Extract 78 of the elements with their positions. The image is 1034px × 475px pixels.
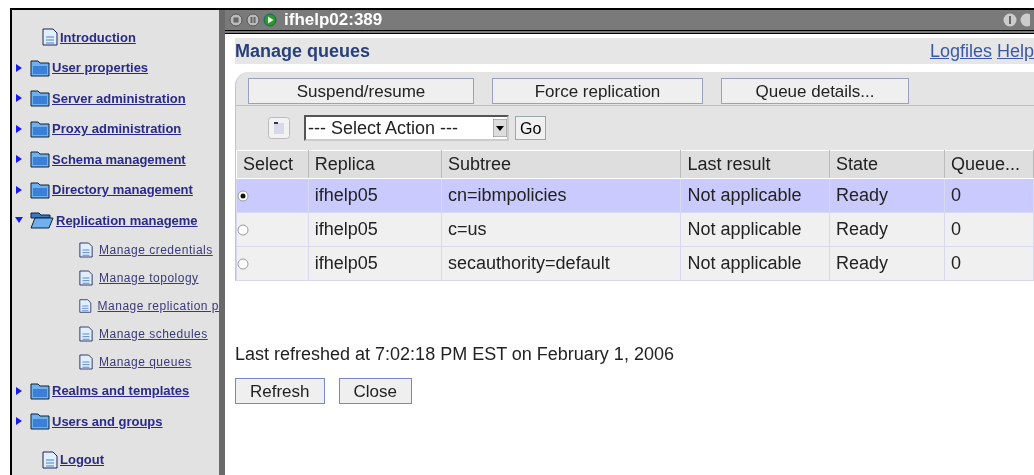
folder-icon	[30, 150, 50, 169]
nav-link[interactable]: Replication manageme	[56, 210, 198, 230]
column-header[interactable]: Last result	[680, 150, 830, 179]
nav-link[interactable]: Server administration	[52, 88, 186, 108]
column-header[interactable]: Replica	[308, 150, 442, 179]
radio-button[interactable]	[237, 223, 249, 236]
table-cell: cn=ibmpolicies	[441, 178, 681, 213]
table-cell: Ready	[829, 246, 945, 281]
folder-icon	[30, 58, 50, 77]
go-button[interactable]: Go	[515, 116, 547, 140]
info-icon[interactable]	[1003, 13, 1017, 27]
table-cell: Ready	[829, 212, 945, 247]
collapsed-arrow-icon[interactable]	[14, 154, 24, 165]
page-title: Manage queues	[235, 39, 371, 63]
action-button[interactable]: Close	[338, 378, 412, 404]
dropdown-arrow-icon	[493, 119, 507, 137]
document-icon	[79, 325, 93, 342]
nav-link[interactable]: Realms and templates	[52, 381, 190, 401]
nav-link[interactable]: Manage queues	[99, 352, 192, 371]
toolbar-button[interactable]: Suspend/resume	[248, 77, 474, 104]
nav-link[interactable]: Introduction	[60, 27, 136, 47]
open-folder-icon	[30, 211, 54, 230]
folder-icon	[30, 381, 50, 400]
stop-icon[interactable]	[229, 13, 243, 27]
table-cell: 0	[944, 178, 1034, 213]
folder-icon	[30, 412, 50, 431]
last-refreshed-text: Last refreshed at 7:02:18 PM EST on February 1, 2006	[235, 343, 675, 366]
nav-link[interactable]: Logout	[60, 450, 105, 470]
document-icon	[79, 269, 93, 286]
document-icon	[79, 297, 92, 314]
collapsed-arrow-icon[interactable]	[14, 416, 24, 427]
table-cell: 0	[944, 212, 1034, 247]
collapsed-arrow-icon[interactable]	[14, 62, 24, 73]
folder-icon	[30, 89, 50, 108]
table-cell: ifhelp05	[308, 212, 442, 247]
collapsed-arrow-icon[interactable]	[14, 385, 24, 396]
window-title: ifhelp02:389	[284, 9, 383, 32]
action-select[interactable]: --- Select Action ---	[304, 115, 509, 141]
radio-button[interactable]	[237, 189, 249, 202]
table-cell: Ready	[829, 178, 945, 213]
document-icon	[42, 450, 58, 469]
document-icon	[79, 241, 93, 258]
column-header[interactable]: Queue...	[944, 150, 1034, 179]
column-header[interactable]: State	[829, 150, 945, 179]
document-icon	[79, 353, 93, 370]
nav-link[interactable]: Users and groups	[52, 411, 163, 431]
document-icon	[42, 28, 58, 47]
nav-link[interactable]: Manage replication p	[97, 296, 219, 315]
pause-icon[interactable]	[246, 13, 260, 27]
folder-icon	[30, 180, 50, 199]
play-icon[interactable]	[263, 13, 277, 27]
collapsed-arrow-icon[interactable]	[14, 184, 24, 195]
toolbar-button[interactable]: Queue details...	[721, 77, 909, 104]
collapsed-arrow-icon[interactable]	[14, 93, 24, 104]
folder-icon	[30, 119, 50, 138]
table-cell: ifhelp05	[308, 246, 442, 281]
action-button[interactable]: Refresh	[235, 378, 325, 404]
table-cell: Not applicable	[680, 178, 830, 213]
toolbar-button[interactable]: Force replication	[492, 77, 703, 104]
table-cell: Not applicable	[680, 246, 830, 281]
nav-link[interactable]: User properties	[52, 58, 149, 78]
nav-link[interactable]: Manage schedules	[99, 324, 208, 343]
nav-link[interactable]: Proxy administration	[52, 119, 182, 139]
table-cell: c=us	[441, 212, 681, 247]
nav-link[interactable]: Manage credentials	[99, 240, 213, 259]
table-cell: ifhelp05	[308, 178, 442, 213]
column-header[interactable]: Subtree	[441, 150, 681, 179]
header-link[interactable]: Logfiles	[929, 37, 992, 65]
nav-link[interactable]: Schema management	[52, 149, 186, 169]
header-link[interactable]: Help	[996, 37, 1034, 65]
table-cell: 0	[944, 246, 1034, 281]
table-cell: Not applicable	[680, 212, 830, 247]
nav-link[interactable]: Manage topology	[99, 268, 199, 287]
nav-link[interactable]: Directory management	[52, 180, 193, 200]
collapsed-arrow-icon[interactable]	[14, 123, 24, 134]
column-header[interactable]: Select	[236, 150, 309, 179]
radio-button[interactable]	[237, 257, 249, 270]
table-cell: secauthority=default	[441, 246, 681, 281]
